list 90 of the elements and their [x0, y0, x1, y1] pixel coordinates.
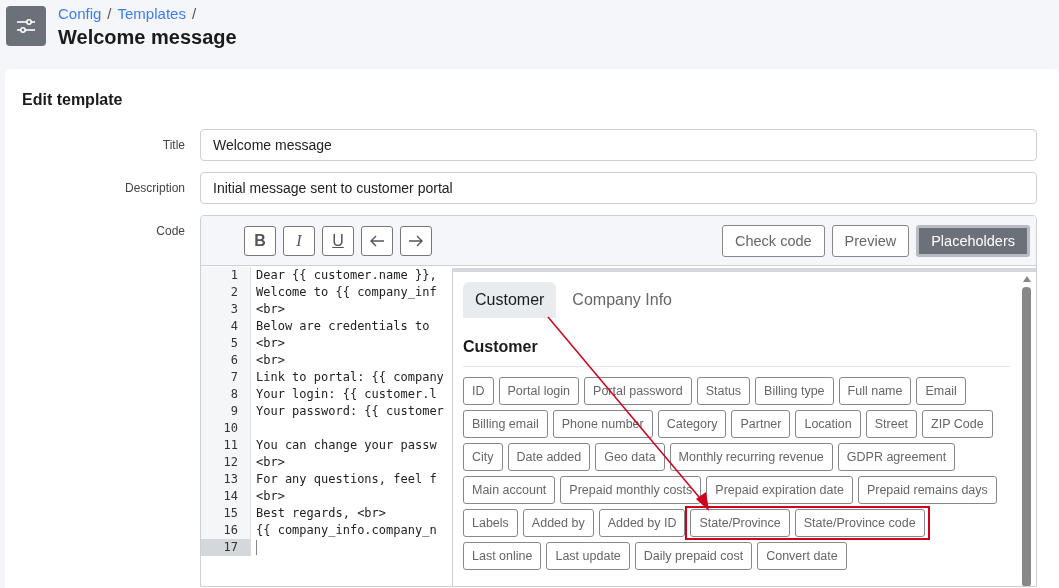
field-label: Description: [123, 180, 185, 197]
placeholder-chip[interactable]: Monthly recurring revenue: [669, 443, 833, 471]
code-line: Your password: {{ customer: [255, 403, 444, 420]
code-line: Best regards, <br>: [255, 505, 387, 522]
line-number: 1: [201, 267, 251, 284]
bold-button[interactable]: B: [244, 225, 276, 256]
code-line: <br>: [255, 352, 285, 369]
placeholder-chip[interactable]: Email: [916, 377, 966, 405]
placeholder-chip[interactable]: Daily prepaid cost: [634, 542, 753, 570]
placeholder-chip[interactable]: Category: [657, 410, 727, 438]
line-number: 11: [201, 437, 251, 454]
breadcrumb-separator: /: [107, 5, 112, 22]
text-cursor: [256, 540, 257, 555]
placeholder-chip[interactable]: Status: [696, 377, 751, 405]
placeholder-chip[interactable]: Date added: [507, 443, 591, 471]
line-number: 15: [201, 505, 251, 522]
line-number: 8: [201, 386, 251, 403]
code-line: For any questions, feel f: [255, 471, 437, 488]
line-number: 16: [201, 522, 251, 539]
redo-button[interactable]: [400, 225, 432, 256]
placeholder-chip[interactable]: Prepaid expiration date: [706, 476, 853, 504]
placeholder-chip[interactable]: Prepaid remains days: [857, 476, 997, 504]
code-line: Your login: {{ customer.l: [255, 386, 437, 403]
placeholder-chip[interactable]: Main account: [463, 476, 556, 504]
field-label: Title: [161, 137, 185, 154]
line-number: 2: [201, 284, 251, 301]
input-field[interactable]: Welcome message: [200, 129, 1037, 161]
toolbar-button[interactable]: Check code: [722, 224, 825, 257]
left-arrow-icon: [369, 234, 385, 247]
field-label: Code: [155, 223, 185, 240]
placeholder-chip[interactable]: State/Province: [690, 509, 790, 537]
line-number: 9: [201, 403, 251, 420]
page-title: Welcome message: [58, 26, 237, 49]
breadcrumb-separator: /: [191, 5, 197, 22]
breadcrumb-link[interactable]: Config: [58, 5, 102, 22]
code-line: <br>: [255, 488, 285, 505]
toolbar-button[interactable]: Placeholders: [916, 224, 1030, 257]
code-line: Dear {{ customer.name }},: [255, 267, 437, 284]
underline-button[interactable]: U: [322, 225, 354, 256]
code-line: Welcome to {{ company_inf: [255, 284, 437, 301]
line-number: 14: [201, 488, 251, 505]
placeholder-chip[interactable]: Last update: [546, 542, 630, 570]
breadcrumb-link[interactable]: Templates: [117, 5, 186, 22]
code-line: <br>: [255, 454, 285, 471]
line-number: 5: [201, 335, 251, 352]
code-line: {{ company_info.company_n: [255, 522, 437, 539]
input-field[interactable]: Initial message sent to customer portal: [200, 172, 1037, 204]
placeholder-chip[interactable]: Labels: [463, 509, 518, 537]
placeholder-chip[interactable]: Last online: [463, 542, 542, 570]
line-number: 12: [201, 454, 251, 471]
tab[interactable]: Customer: [463, 282, 557, 318]
code-line: Below are credentials to: [255, 318, 430, 335]
placeholder-chip[interactable]: Partner: [731, 410, 791, 438]
placeholder-chip[interactable]: ZIP Code: [922, 410, 993, 438]
right-arrow-icon: [408, 234, 424, 247]
placeholder-chip[interactable]: Portal login: [498, 377, 580, 405]
code-line: <br>: [255, 301, 285, 318]
line-number: 4: [201, 318, 251, 335]
toolbar-button[interactable]: Preview: [831, 224, 910, 257]
placeholder-chip[interactable]: ID: [463, 377, 494, 405]
placeholder-chip[interactable]: State/Province code: [794, 509, 925, 537]
placeholder-chip[interactable]: Billing type: [755, 377, 834, 405]
line-number: 10: [201, 420, 251, 437]
placeholder-chip[interactable]: Location: [795, 410, 861, 438]
code-editor[interactable]: [200, 215, 1037, 587]
code-line: <br>: [255, 335, 285, 352]
placeholder-chip[interactable]: Convert date: [757, 542, 847, 570]
placeholder-chip[interactable]: Prepaid monthly costs: [560, 476, 702, 504]
placeholder-chip[interactable]: Billing email: [463, 410, 548, 438]
tab[interactable]: Company Info: [560, 282, 684, 318]
italic-button[interactable]: I: [283, 225, 315, 256]
line-number: 13: [201, 471, 251, 488]
code-line: You can change your passw: [255, 437, 437, 454]
placeholder-chip[interactable]: Added by ID: [598, 509, 686, 537]
placeholder-chip[interactable]: GDPR agreement: [837, 443, 956, 471]
undo-button[interactable]: [361, 225, 393, 256]
code-line: Link to portal: {{ company: [255, 369, 444, 386]
placeholder-chip[interactable]: City: [463, 443, 503, 471]
line-number: 17: [201, 539, 251, 556]
placeholder-chip[interactable]: Geo data: [595, 443, 665, 471]
placeholder-chip[interactable]: Full name: [838, 377, 912, 405]
section-heading: Edit template: [22, 91, 124, 109]
settings-sliders-icon: [6, 6, 46, 46]
line-number: 6: [201, 352, 251, 369]
line-number: 7: [201, 369, 251, 386]
group-heading: Customer: [463, 338, 1010, 367]
placeholder-chip[interactable]: Added by: [522, 509, 594, 537]
placeholder-chip[interactable]: Street: [865, 410, 918, 438]
line-number: 3: [201, 301, 251, 318]
scrollbar[interactable]: [1022, 276, 1031, 586]
